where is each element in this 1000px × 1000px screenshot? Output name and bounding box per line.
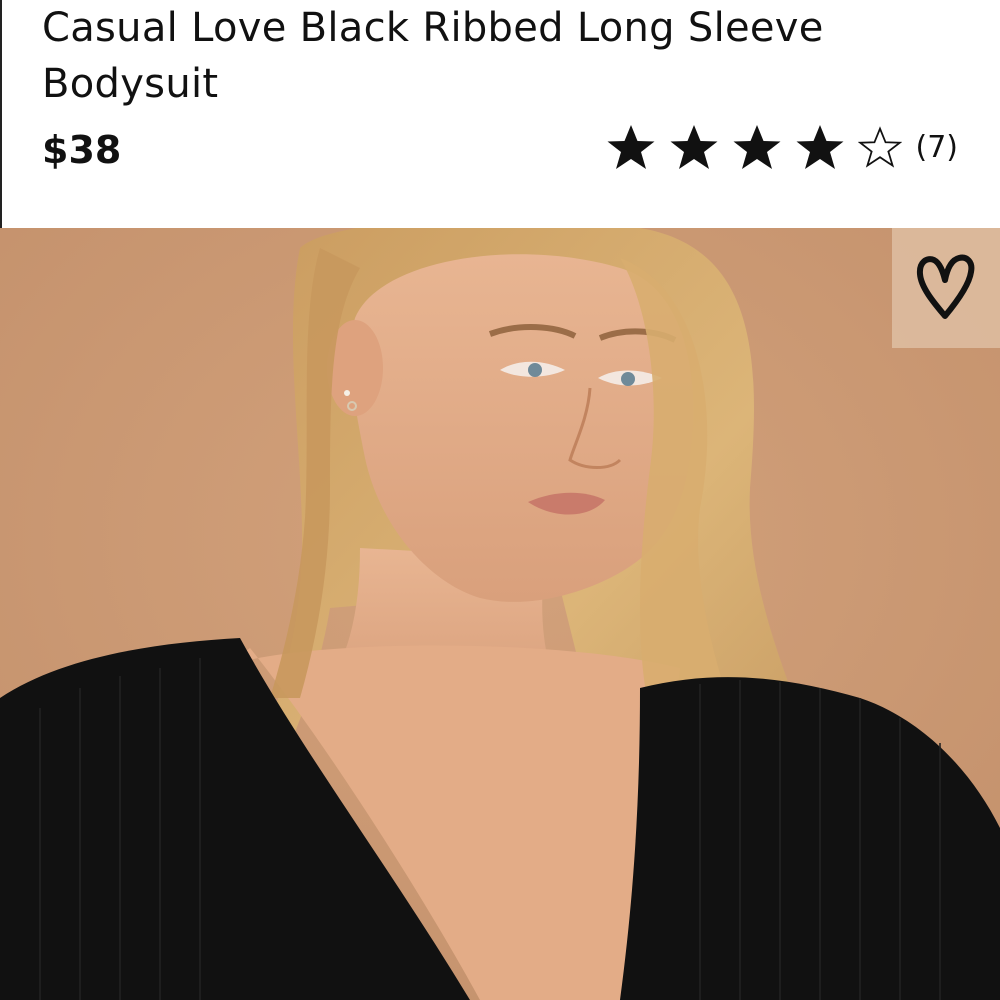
star-outline-icon	[857, 126, 902, 168]
divider	[0, 0, 2, 228]
star-filled-icon	[607, 125, 654, 169]
product-image[interactable]	[0, 228, 1000, 1000]
product-page: Casual Love Black Ribbed Long Sleeve Bod…	[0, 0, 1000, 1000]
product-rating[interactable]: (7)	[606, 120, 959, 176]
model-photo	[0, 228, 1000, 1000]
product-header: Casual Love Black Ribbed Long Sleeve Bod…	[0, 0, 1000, 228]
heart-icon	[916, 254, 975, 319]
product-title: Casual Love Black Ribbed Long Sleeve Bod…	[42, 5, 824, 107]
star-filled-icon	[796, 125, 843, 169]
review-count[interactable]: (7)	[916, 120, 959, 176]
wishlist-button[interactable]	[892, 228, 1000, 348]
star-filled-icon	[733, 125, 780, 169]
product-price: $38	[42, 128, 122, 172]
star-filled-icon	[670, 125, 717, 169]
